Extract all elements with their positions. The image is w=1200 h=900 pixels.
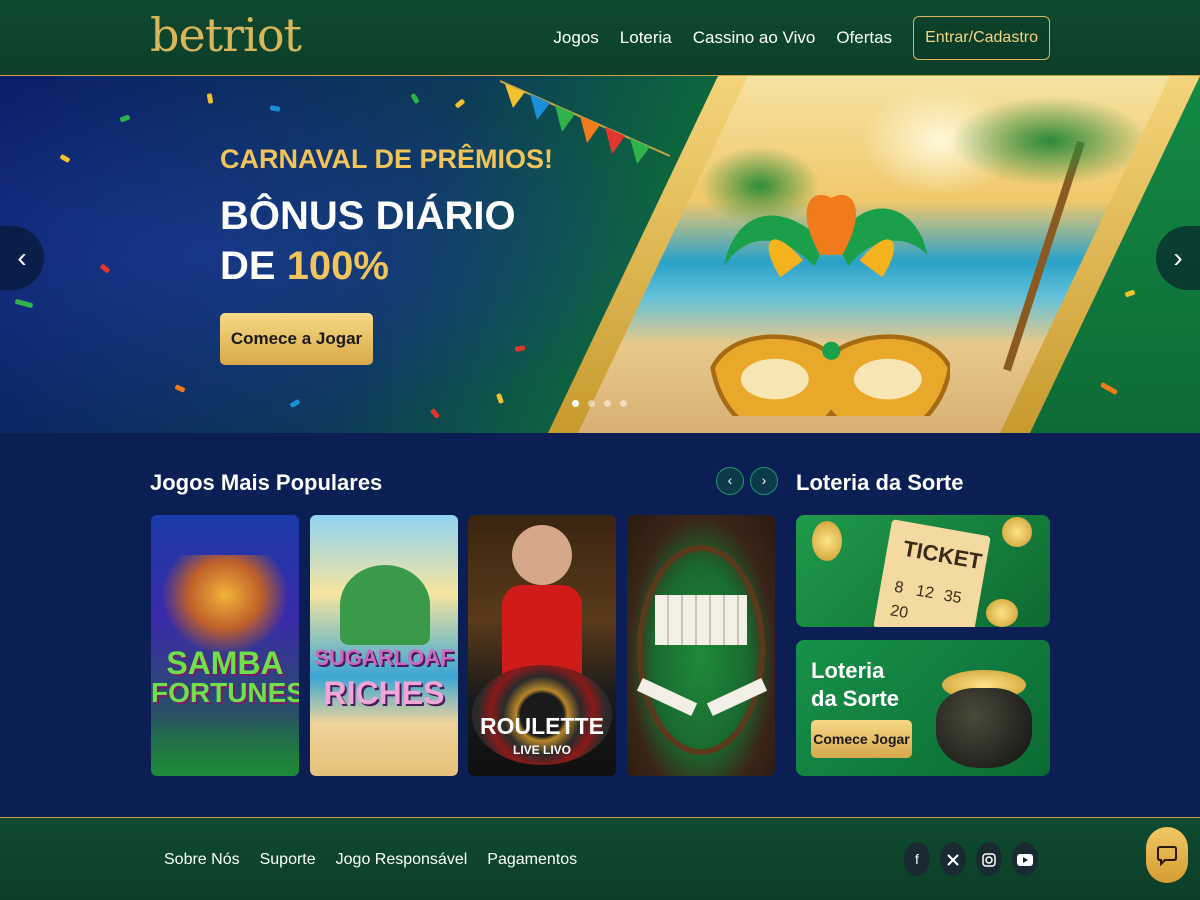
site-logo[interactable]: betriot [150,8,302,62]
dealer-dress [502,585,582,675]
lottery-ticket: TICKET 8 12 35 20 [873,519,991,627]
palm-leaves-left [700,146,820,226]
chevron-right-icon: › [761,472,767,488]
footer-link-sobre-nos[interactable]: Sobre Nós [164,851,240,869]
hero-title-line-2: DE 100% [220,241,516,291]
nav-cassino-ao-vivo[interactable]: Cassino ao Vivo [693,28,816,48]
social-links: f [904,842,1038,876]
dealer-illustration [512,525,572,585]
carousel-dot[interactable] [588,400,595,407]
chevron-left-icon: ‹ [17,242,27,273]
carousel-dot[interactable] [620,400,627,407]
footer-link-pagamentos[interactable]: Pagamentos [487,851,577,869]
lottery-ticket-card[interactable]: TICKET 8 12 35 20 [796,515,1050,627]
footer-link-suporte[interactable]: Suporte [260,851,316,869]
chat-support-button[interactable] [1146,827,1188,883]
popular-games-title: Jogos Mais Populares [150,470,383,495]
gold-coin-icon [1002,517,1032,547]
game-title-line-2: RICHES [323,675,445,711]
game-card-samba-fortunes[interactable]: SAMBA FORTUNES [151,515,299,776]
login-register-button[interactable]: Entrar/Cadastro [913,16,1050,60]
hero-title-line-1: BÔNUS DIÁRIO [220,194,516,238]
hero-subtitle: CARNAVAL DE PRÊMIOS! [220,144,554,174]
footer-links: Sobre Nós Suporte Jogo Responsável Pagam… [164,851,577,869]
twitter-icon[interactable] [940,842,966,876]
ticket-number: 35 [942,587,963,608]
carnival-dancers-illustration [161,555,289,655]
lottery-promo-card[interactable]: Loteria da Sorte Comece Jogar [796,640,1050,776]
carousel-dot[interactable] [604,400,611,407]
instagram-icon[interactable] [976,842,1002,876]
pot-of-gold-illustration [936,670,1032,770]
lottery-cta-button[interactable]: Comece Jogar [811,720,912,758]
ticket-label: TICKET [901,535,984,575]
carousel-dots [572,400,627,407]
hero-title-highlight: 100% [286,244,389,288]
mahjong-tiles [655,595,747,645]
game-card-mahjong[interactable] [627,515,775,776]
games-next-button[interactable]: › [750,467,778,495]
lottery-promo-title-line-1: Loteria [811,658,885,683]
games-prev-button[interactable]: ‹ [716,467,744,495]
game-title-line-1: SUGARLOAF [314,645,454,670]
main-nav: Jogos Loteria Cassino ao Vivo Ofertas En… [553,16,1050,60]
mahjong-table [637,545,765,755]
lottery-promo-title-line-2: da Sorte [811,686,900,711]
hero-title-prefix: DE [220,244,287,288]
palm-leaves [950,96,1150,186]
nav-loteria[interactable]: Loteria [620,28,672,48]
ticket-number: 12 [914,582,936,603]
carousel-dot[interactable] [572,400,579,407]
footer-link-jogo-responsavel[interactable]: Jogo Responsável [336,851,468,869]
sugarloaf-mountain-illustration [340,565,430,645]
game-title-line-2: LIVE LIVO [512,743,571,757]
game-card-sugarloaf-riches[interactable]: SUGARLOAF RICHES [310,515,458,776]
lottery-title: Loteria da Sorte [796,470,964,495]
hero-cta-button[interactable]: Comece a Jogar [220,313,373,365]
chevron-right-icon: › [1173,242,1183,273]
site-header: betriot Jogos Loteria Cassino ao Vivo Of… [0,0,1200,76]
chevron-left-icon: ‹ [727,472,733,488]
pot [936,688,1032,768]
nav-jogos[interactable]: Jogos [553,28,598,48]
ticket-number: 8 [893,578,905,597]
game-title-line-1: ROULETTE [480,713,604,739]
site-footer: Sobre Nós Suporte Jogo Responsável Pagam… [0,817,1200,900]
nav-ofertas[interactable]: Ofertas [836,28,892,48]
youtube-icon[interactable] [1012,842,1038,876]
hero-title: BÔNUS DIÁRIO DE 100% [220,191,516,291]
chat-bubble-icon [1157,846,1177,866]
gold-coin-icon [986,599,1018,627]
hero-banner: CARNAVAL DE PRÊMIOS! BÔNUS DIÁRIO DE 100… [0,76,1200,433]
ticket-number: 20 [888,602,910,623]
gold-coin-icon [812,521,842,561]
facebook-icon[interactable]: f [904,842,930,876]
game-card-roulette[interactable]: ROULETTE LIVE LIVO [468,515,616,776]
palm-leaf-decor [151,716,299,776]
game-title-line-2: FORTUNES [151,677,299,708]
